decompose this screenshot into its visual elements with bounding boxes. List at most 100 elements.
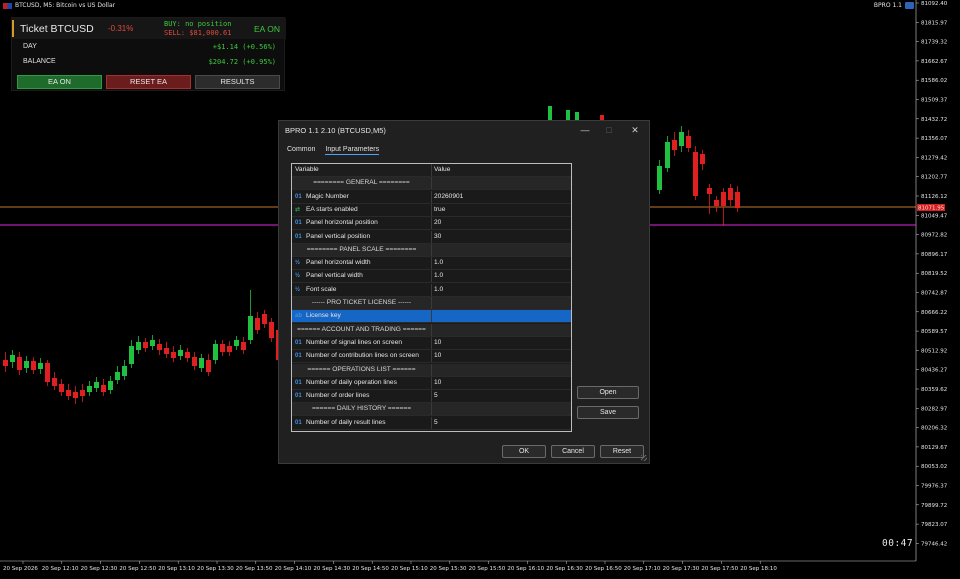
time-tick-label: 20 Sep 17:50: [701, 566, 738, 572]
parameter-value[interactable]: 1.0: [434, 257, 570, 269]
ticket-sell-status: SELL: $81,000.61: [164, 29, 232, 37]
time-tick-label: 20 Sep 16:50: [585, 566, 622, 572]
column-header-value[interactable]: Value: [434, 164, 570, 176]
minimize-icon[interactable]: —: [579, 124, 591, 136]
candle-bear: [80, 390, 85, 396]
column-separator: [431, 363, 432, 376]
parameter-row[interactable]: ⇄ EA starts enabled true: [292, 203, 571, 217]
candle-bull: [566, 110, 570, 120]
int-type-icon: 01: [295, 220, 302, 227]
section-row: ======== PANEL SCALE ========: [292, 243, 571, 257]
time-tick-label: 20 Sep 15:50: [469, 566, 506, 572]
candle-bear: [269, 322, 274, 338]
current-price-label: 81071.95: [918, 206, 945, 212]
candle-bull: [94, 382, 99, 388]
time-tick-label: 20 Sep 12:30: [81, 566, 118, 572]
variable-text: ======== PANEL SCALE ========: [306, 245, 417, 253]
parameter-row[interactable]: ½ Panel horizontal width 1.0: [292, 257, 571, 271]
parameter-row[interactable]: ½ Font scale 1.0: [292, 283, 571, 297]
candle-bull: [150, 340, 155, 346]
price-tick-label: 81586.02: [921, 78, 947, 84]
price-tick-label: 81662.67: [921, 59, 948, 65]
price-tick-label: 80436.27: [921, 368, 948, 374]
candle-bull: [199, 358, 204, 368]
parameter-name: 01 Number of signal lines on screen: [295, 337, 430, 349]
parameter-value[interactable]: [434, 310, 570, 322]
parameter-row[interactable]: 01 Panel vertical position 30: [292, 230, 571, 244]
time-tick-label: 20 Sep 15:10: [391, 566, 428, 572]
int-type-icon: 01: [295, 233, 302, 240]
parameter-name: 01 Panel horizontal position: [295, 217, 430, 229]
open-button[interactable]: Open: [577, 386, 639, 399]
ticket-day-label: DAY: [23, 43, 37, 50]
tab-input-parameters[interactable]: Input Parameters: [325, 146, 380, 155]
price-tick-label: 80053.02: [921, 464, 947, 470]
ticket-ea-state: EA ON: [254, 24, 280, 34]
save-button[interactable]: Save: [577, 406, 639, 419]
ea-on-button[interactable]: EA ON: [17, 75, 102, 89]
column-separator: [431, 177, 432, 190]
column-separator: [431, 217, 432, 230]
parameter-value[interactable]: 5: [434, 417, 570, 429]
parameter-value[interactable]: 20: [434, 217, 570, 229]
parameter-value[interactable]: true: [434, 204, 570, 216]
section-title: ====== DAILY HISTORY ======: [292, 403, 431, 415]
results-button[interactable]: RESULTS: [195, 75, 280, 89]
ticket-balance-label: BALANCE: [23, 58, 56, 65]
time-tick-label: 20 Sep 12:50: [119, 566, 156, 572]
parameter-row[interactable]: 01 Number of daily result lines 5: [292, 416, 571, 430]
parameter-value[interactable]: 1.0: [434, 270, 570, 282]
parameter-row[interactable]: 01 Panel horizontal position 20: [292, 217, 571, 231]
section-row: ======== GENERAL ========: [292, 177, 571, 191]
parameter-value[interactable]: 1.0: [434, 284, 570, 296]
variable-text: Font scale: [306, 285, 337, 293]
variable-text: Panel horizontal position: [306, 219, 378, 227]
time-tick-label: 20 Sep 18:10: [740, 566, 777, 572]
parameter-row[interactable]: 01 Number of signal lines on screen 10: [292, 336, 571, 350]
tab-common[interactable]: Common: [287, 146, 315, 155]
time-tick-label: 20 Sep 13:10: [158, 566, 195, 572]
parameter-value[interactable]: 30: [434, 231, 570, 243]
parameter-value[interactable]: 5: [434, 390, 570, 402]
dialog-title: BPRO 1.1 2.10 (BTCUSD,M5): [285, 126, 386, 135]
ticket-header: Ticket BTCUSD -0.31% BUY: no position SE…: [12, 18, 286, 39]
ea-tag[interactable]: BPRO 1.1: [874, 2, 914, 9]
candle-bear: [101, 385, 106, 392]
candle-bull: [129, 346, 134, 364]
close-icon[interactable]: ✕: [629, 124, 641, 136]
ok-button[interactable]: OK: [502, 445, 546, 458]
ticket-panel: Ticket BTCUSD -0.31% BUY: no position SE…: [11, 17, 286, 91]
parameter-name: ½ Panel vertical width: [295, 270, 430, 282]
parameter-value[interactable]: 10: [434, 377, 570, 389]
candle-bear: [206, 360, 211, 372]
parameter-row[interactable]: 01 Number of contribution lines on screen…: [292, 350, 571, 364]
resize-grip-icon[interactable]: [641, 455, 647, 461]
time-tick-label: 20 Sep 13:50: [236, 566, 273, 572]
price-tick-label: 80359.62: [921, 387, 947, 393]
parameter-value[interactable]: 10: [434, 350, 570, 362]
cancel-button[interactable]: Cancel: [551, 445, 595, 458]
price-tick-label: 80512.92: [921, 348, 947, 354]
candle-bull: [679, 132, 684, 146]
time-tick-label: 20 Sep 17:10: [624, 566, 661, 572]
parameter-row[interactable]: ½ Panel vertical width 1.0: [292, 270, 571, 284]
parameter-row[interactable]: 01 Number of daily operation lines 10: [292, 376, 571, 390]
double-type-icon: ½: [295, 273, 301, 280]
reset-button[interactable]: Reset: [600, 445, 644, 458]
section-title: ======== PANEL SCALE ========: [292, 244, 431, 256]
column-header-variable[interactable]: Variable: [295, 164, 430, 176]
section-title: ====== OPERATIONS LIST ======: [292, 364, 431, 376]
int-type-icon: 01: [295, 353, 302, 360]
parameter-row[interactable]: 01 Number of order lines 5: [292, 390, 571, 404]
parameter-row[interactable]: ab License key: [292, 310, 571, 324]
candle-bear: [262, 314, 267, 324]
price-tick-label: 79823.07: [921, 522, 948, 528]
parameter-value[interactable]: 10: [434, 337, 570, 349]
parameter-value[interactable]: 20260901: [434, 191, 570, 203]
reset-ea-button[interactable]: RESET EA: [106, 75, 191, 89]
parameter-row[interactable]: 01 Magic Number 20260901: [292, 190, 571, 204]
bar-countdown: 00:47: [882, 538, 914, 549]
parameter-name: 01 Magic Number: [295, 191, 430, 203]
table-header: Variable Value: [292, 164, 571, 177]
candle-bull: [115, 372, 120, 380]
